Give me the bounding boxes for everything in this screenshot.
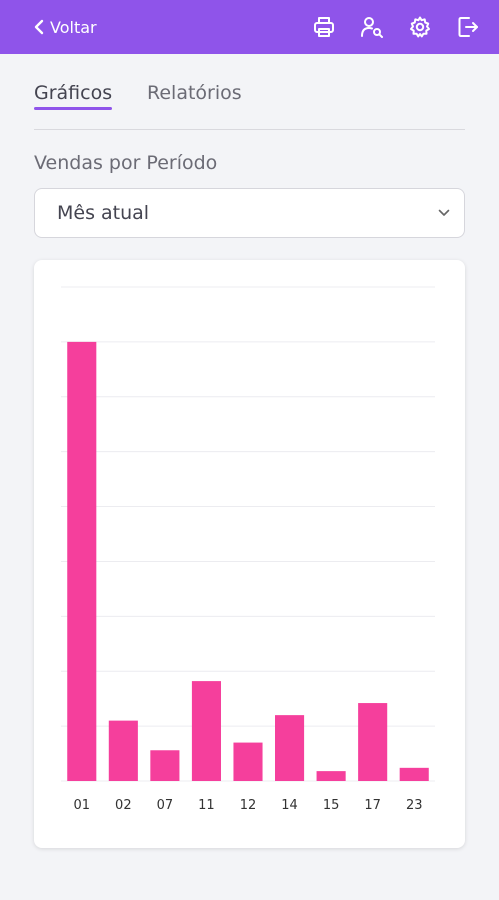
user-search-icon[interactable] xyxy=(357,12,387,42)
period-label: Vendas por Período xyxy=(34,152,218,174)
logout-icon[interactable] xyxy=(453,12,483,42)
x-tick-label: 14 xyxy=(281,798,298,813)
bar-11[interactable] xyxy=(191,681,221,781)
x-tick-label: 02 xyxy=(115,798,132,813)
x-tick-label: 17 xyxy=(364,798,381,813)
chart-card: 01 02 07 11 12 14 15 17 23 xyxy=(34,260,465,848)
top-bar: Voltar xyxy=(0,0,499,54)
period-select[interactable]: Mês atual xyxy=(34,188,465,238)
sales-bar-chart: 01 02 07 11 12 14 15 17 23 xyxy=(61,286,435,813)
chevron-down-icon xyxy=(438,209,450,217)
period-select-value: Mês atual xyxy=(57,202,150,224)
back-button[interactable]: Voltar xyxy=(34,18,97,37)
tab-relatorios[interactable]: Relatórios xyxy=(147,82,242,110)
bar-02[interactable] xyxy=(108,720,138,781)
bar-23[interactable] xyxy=(399,767,429,781)
x-tick-label: 12 xyxy=(240,798,257,813)
chevron-left-icon xyxy=(34,19,44,35)
x-tick-label: 23 xyxy=(406,798,423,813)
bar-12[interactable] xyxy=(233,742,263,781)
x-tick-label: 15 xyxy=(323,798,340,813)
bar-15[interactable] xyxy=(316,771,346,781)
tab-bar: Gráficos Relatórios xyxy=(34,82,465,130)
back-label: Voltar xyxy=(50,17,97,37)
x-tick-label: 01 xyxy=(74,798,91,813)
gear-icon[interactable] xyxy=(405,12,435,42)
bar-01[interactable] xyxy=(67,341,97,781)
bar-17[interactable] xyxy=(358,703,388,781)
x-tick-label: 11 xyxy=(198,798,215,813)
print-icon[interactable] xyxy=(309,12,339,42)
bar-07[interactable] xyxy=(150,750,180,781)
bar-14[interactable] xyxy=(275,715,305,781)
tab-graficos[interactable]: Gráficos xyxy=(34,82,113,110)
x-tick-label: 07 xyxy=(157,798,174,813)
